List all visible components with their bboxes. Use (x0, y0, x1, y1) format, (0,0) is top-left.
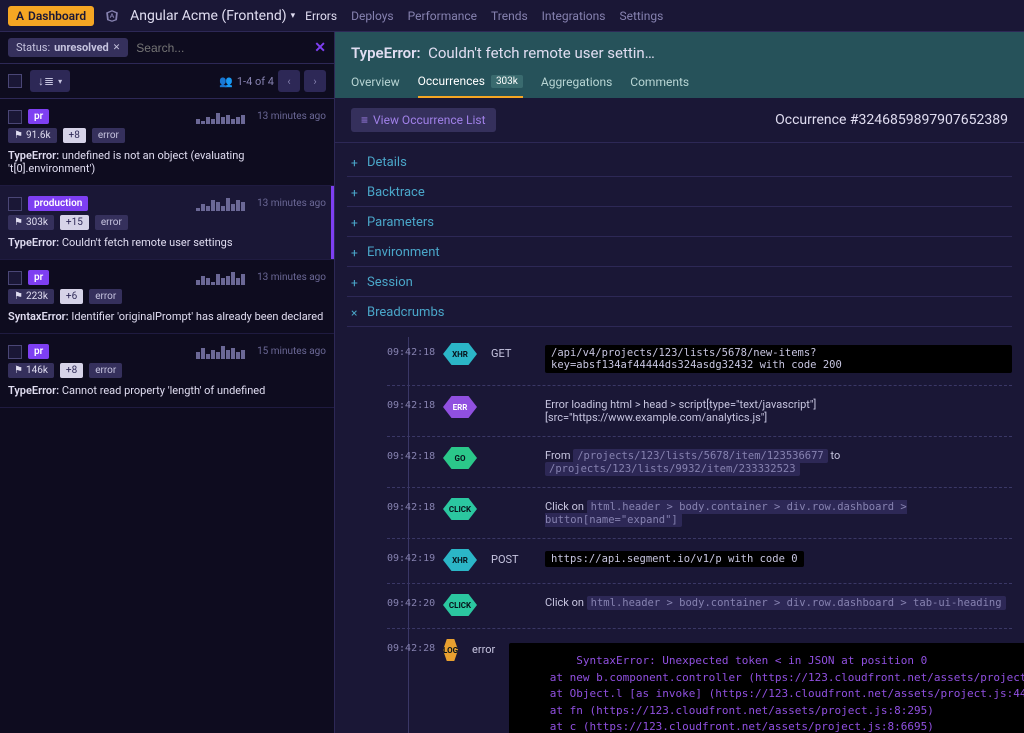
clear-search-icon[interactable]: ✕ (314, 40, 326, 56)
nav-errors[interactable]: Errors (305, 9, 337, 23)
error-list: pr 13 minutes ago ⚑91.6k +8 error TypeErro… (0, 99, 334, 733)
section-breadcrumbs[interactable]: ×Breadcrumbs (347, 299, 1012, 327)
env-badge: pr (28, 109, 49, 124)
status-filter-chip[interactable]: Status: unresolved ✕ (8, 38, 128, 57)
breadcrumb-row: 09:42:18 ERR Error loading html > head >… (387, 390, 1012, 437)
ip-count: +15 (60, 215, 89, 230)
breadcrumb-row: 09:42:18 GO From /projects/123/lists/567… (387, 441, 1012, 488)
error-item[interactable]: pr 15 minutes ago ⚑146k +8 error TypeError… (0, 334, 334, 408)
next-page-button[interactable]: › (304, 70, 326, 92)
chevron-down-icon: ▾ (291, 11, 296, 21)
ip-count: +8 (60, 363, 83, 378)
section-environment[interactable]: +Environment (347, 239, 1012, 267)
prev-page-button[interactable]: ‹ (278, 70, 300, 92)
xhr-icon: XHR (443, 549, 477, 571)
nav-deploys[interactable]: Deploys (351, 9, 394, 23)
sparkline (196, 110, 245, 124)
breadcrumb-row: 09:42:18 CLICK Click on html.header > bo… (387, 492, 1012, 539)
level-badge: error (92, 128, 125, 143)
error-item[interactable]: pr 13 minutes ago ⚑223k +6 error SyntaxErr… (0, 260, 334, 334)
breadcrumb-row: 09:42:19 XHR POST https://api.segment.io… (387, 543, 1012, 584)
sparkline (196, 271, 245, 285)
nav-links: Errors Deploys Performance Trends Integr… (305, 9, 663, 23)
angular-icon (104, 8, 120, 24)
env-badge: production (28, 196, 88, 211)
nav-integrations[interactable]: Integrations (542, 9, 606, 23)
log-icon: LOG (443, 639, 458, 661)
err-icon: ERR (443, 396, 477, 418)
tab-aggregations[interactable]: Aggregations (541, 74, 612, 98)
chevron-down-icon: ▾ (58, 77, 62, 86)
flag-icon: ⚑ (14, 130, 23, 141)
error-message: TypeError: Cannot read property 'length'… (8, 384, 326, 397)
item-checkbox[interactable] (8, 271, 22, 285)
timestamp: 13 minutes ago (257, 111, 326, 122)
env-badge: pr (28, 344, 49, 359)
paging-label: 1-4 of 4 (237, 75, 274, 88)
click-icon: CLICK (443, 498, 477, 520)
go-icon: GO (443, 447, 477, 469)
stack-trace: SyntaxError: Unexpected token < in JSON … (509, 643, 1024, 733)
flag-icon: ⚑ (14, 365, 23, 376)
dashboard-badge[interactable]: ADashboard (8, 6, 94, 26)
click-icon: CLICK (443, 594, 477, 616)
nav-settings[interactable]: Settings (619, 9, 663, 23)
list-icon: ≡ (361, 113, 368, 127)
flag-icon: ⚑ (14, 217, 23, 228)
detail-panel: TypeError: Couldn't fetch remote user se… (335, 32, 1024, 733)
breadcrumbs-body: 09:42:18 XHR GET /api/v4/projects/123/li… (347, 329, 1012, 733)
occurrence-count: ⚑303k (8, 215, 54, 230)
occurrence-count: ⚑91.6k (8, 128, 57, 143)
detail-title: TypeError: Couldn't fetch remote user se… (351, 44, 1008, 62)
occurrence-count: ⚑146k (8, 363, 54, 378)
section-backtrace[interactable]: +Backtrace (347, 179, 1012, 207)
occurrence-id: Occurrence #3246859897907652389 (775, 112, 1008, 128)
level-badge: error (95, 215, 128, 230)
tab-occurrences[interactable]: Occurrences303k (418, 74, 523, 98)
level-badge: error (89, 363, 122, 378)
flag-icon: ⚑ (14, 291, 23, 302)
error-sidebar: Status: unresolved ✕ ✕ ↓≣▾ 👥 1-4 of 4 ‹ … (0, 32, 335, 733)
item-checkbox[interactable] (8, 345, 22, 359)
error-item[interactable]: pr 13 minutes ago ⚑91.6k +8 error TypeErro… (0, 99, 334, 186)
error-message: TypeError: Couldn't fetch remote user se… (8, 236, 326, 249)
project-selector[interactable]: Angular Acme (Frontend)▾ (130, 8, 295, 24)
section-details[interactable]: +Details (347, 149, 1012, 177)
breadcrumb-row: 09:42:28 LOG error SyntaxError: Unexpect… (387, 633, 1012, 733)
ip-count: +8 (63, 128, 86, 143)
sparkline (196, 345, 245, 359)
error-message: TypeError: undefined is not an object (e… (8, 149, 326, 175)
error-item[interactable]: production 13 minutes ago ⚑303k+15error … (0, 186, 334, 260)
nav-performance[interactable]: Performance (408, 9, 477, 23)
section-session[interactable]: +Session (347, 269, 1012, 297)
item-checkbox[interactable] (8, 110, 22, 124)
occurrences-count-badge: 303k (491, 75, 523, 88)
tab-overview[interactable]: Overview (351, 74, 400, 98)
users-icon: 👥 (219, 75, 233, 88)
item-checkbox[interactable] (8, 197, 22, 211)
ip-count: +6 (60, 289, 83, 304)
timestamp: 13 minutes ago (257, 272, 326, 283)
section-parameters[interactable]: +Parameters (347, 209, 1012, 237)
logo-a-icon: A (16, 9, 24, 23)
xhr-icon: XHR (443, 343, 477, 365)
top-nav: ADashboard Angular Acme (Frontend)▾ Erro… (0, 0, 1024, 32)
nav-trends[interactable]: Trends (491, 9, 528, 23)
occurrence-count: ⚑223k (8, 289, 54, 304)
search-input[interactable] (136, 41, 306, 55)
level-badge: error (89, 289, 122, 304)
error-message: SyntaxError: Identifier 'originalPrompt'… (8, 310, 326, 323)
sparkline (196, 197, 245, 211)
timestamp: 15 minutes ago (257, 346, 326, 357)
select-all-checkbox[interactable] (8, 74, 22, 88)
sort-button[interactable]: ↓≣▾ (30, 70, 70, 92)
view-occurrence-list-button[interactable]: ≡View Occurrence List (351, 108, 496, 132)
breadcrumb-row: 09:42:18 XHR GET /api/v4/projects/123/li… (387, 337, 1012, 386)
env-badge: pr (28, 270, 49, 285)
close-icon[interactable]: ✕ (113, 43, 121, 53)
timestamp: 13 minutes ago (257, 198, 326, 209)
breadcrumb-row: 09:42:20 CLICK Click on html.header > bo… (387, 588, 1012, 629)
tab-comments[interactable]: Comments (630, 74, 689, 98)
